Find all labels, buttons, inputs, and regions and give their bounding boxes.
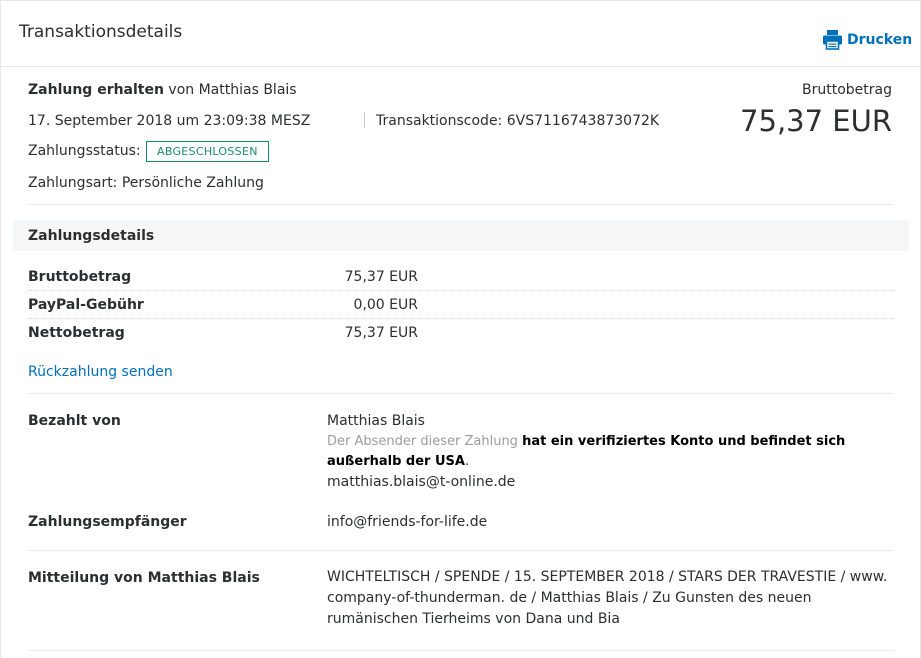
divider	[28, 204, 894, 205]
note-prefix: Der Absender dieser Zahlung	[327, 434, 518, 449]
detail-label-net: Nettobetrag	[28, 325, 125, 341]
payment-received-label: Zahlung erhalten	[28, 82, 164, 98]
sender-verification-note: Der Absender dieser Zahlung hat ein veri…	[327, 432, 907, 472]
payer-name: von Matthias Blais	[168, 82, 297, 98]
paid-by-label: Bezahlt von	[28, 413, 121, 429]
payment-summary-line: Zahlung erhalten von Matthias Blais	[28, 82, 297, 98]
detail-label-fee: PayPal-Gebühr	[28, 297, 144, 313]
page-title: Transaktionsdetails	[19, 22, 183, 42]
gross-amount-label: Bruttobetrag	[802, 82, 892, 98]
status-badge: ABGESCHLOSSEN	[146, 141, 269, 162]
print-button[interactable]: Drucken	[822, 29, 912, 50]
transaction-datetime: 17. September 2018 um 23:09:38 MESZ	[28, 113, 311, 129]
message-text: WICHTELTISCH / SPENDE / 15. SEPTEMBER 20…	[327, 569, 888, 627]
recipient-label: Zahlungsempfänger	[28, 514, 187, 530]
payment-details-header: Zahlungsdetails	[13, 220, 909, 251]
divider	[28, 393, 894, 394]
printer-icon	[822, 29, 843, 50]
detail-label-gross: Bruttobetrag	[28, 269, 132, 285]
divider	[28, 550, 894, 551]
section-title: Zahlungsdetails	[28, 228, 155, 244]
transaction-code: Transaktionscode: 6VS7116743873072K	[376, 113, 660, 129]
divider	[28, 318, 894, 319]
separator	[364, 112, 365, 128]
detail-value-gross: 75,37 EUR	[344, 269, 418, 285]
divider	[28, 650, 894, 651]
print-label: Drucken	[847, 31, 913, 48]
payment-type: Zahlungsart: Persönliche Zahlung	[28, 175, 264, 191]
payer-full-name: Matthias Blais	[327, 413, 425, 429]
recipient-email: info@friends-for-life.de	[327, 514, 488, 530]
refund-link[interactable]: Rückzahlung senden	[28, 364, 173, 380]
panel-header: Transaktionsdetails Drucken	[1, 1, 921, 67]
gross-amount: 75,37 EUR	[740, 104, 892, 138]
transaction-details-panel: Transaktionsdetails Drucken Zahlung erha…	[0, 0, 921, 658]
message-label: Mitteilung von Matthias Blais	[28, 570, 260, 586]
divider	[28, 290, 894, 291]
detail-value-fee: 0,00 EUR	[353, 297, 418, 313]
payer-email: matthias.blais@t-online.de	[327, 474, 516, 490]
note-suffix: .	[464, 454, 470, 469]
detail-value-net: 75,37 EUR	[344, 325, 418, 341]
status-label: Zahlungsstatus:	[28, 143, 141, 159]
